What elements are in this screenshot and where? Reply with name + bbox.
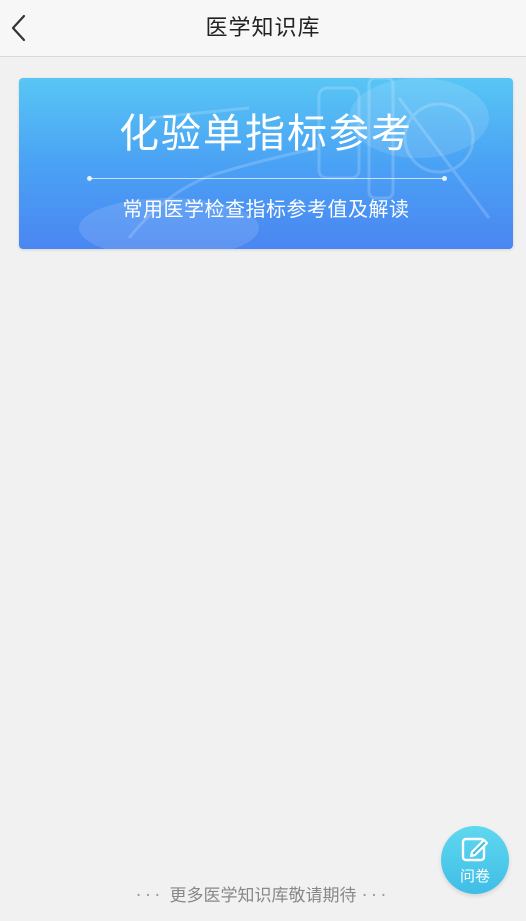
banner-divider bbox=[87, 176, 447, 181]
coming-soon-note: ··· 更多医学知识库敬请期待 ··· bbox=[0, 883, 526, 909]
banner-subtitle: 常用医学检查指标参考值及解读 bbox=[122, 197, 410, 221]
footer-dots-left: ··· bbox=[135, 886, 165, 906]
page-title: 医学知识库 bbox=[205, 16, 321, 41]
questionnaire-label: 问卷 bbox=[459, 867, 490, 885]
top-navigation-bar: 医学知识库 bbox=[0, 0, 526, 57]
footer-dots-right: ··· bbox=[361, 886, 391, 906]
banner-title: 化验单指标参考 bbox=[119, 111, 413, 157]
footer-text: 更多医学知识库敬请期待 bbox=[169, 886, 357, 906]
divider-dot-right bbox=[442, 176, 447, 181]
lab-report-reference-card[interactable]: 化验单指标参考 常用医学检查指标参考值及解读 bbox=[19, 78, 513, 249]
edit-icon bbox=[461, 837, 489, 862]
questionnaire-button[interactable]: 问卷 bbox=[441, 826, 509, 894]
divider-dot-left bbox=[87, 176, 92, 181]
